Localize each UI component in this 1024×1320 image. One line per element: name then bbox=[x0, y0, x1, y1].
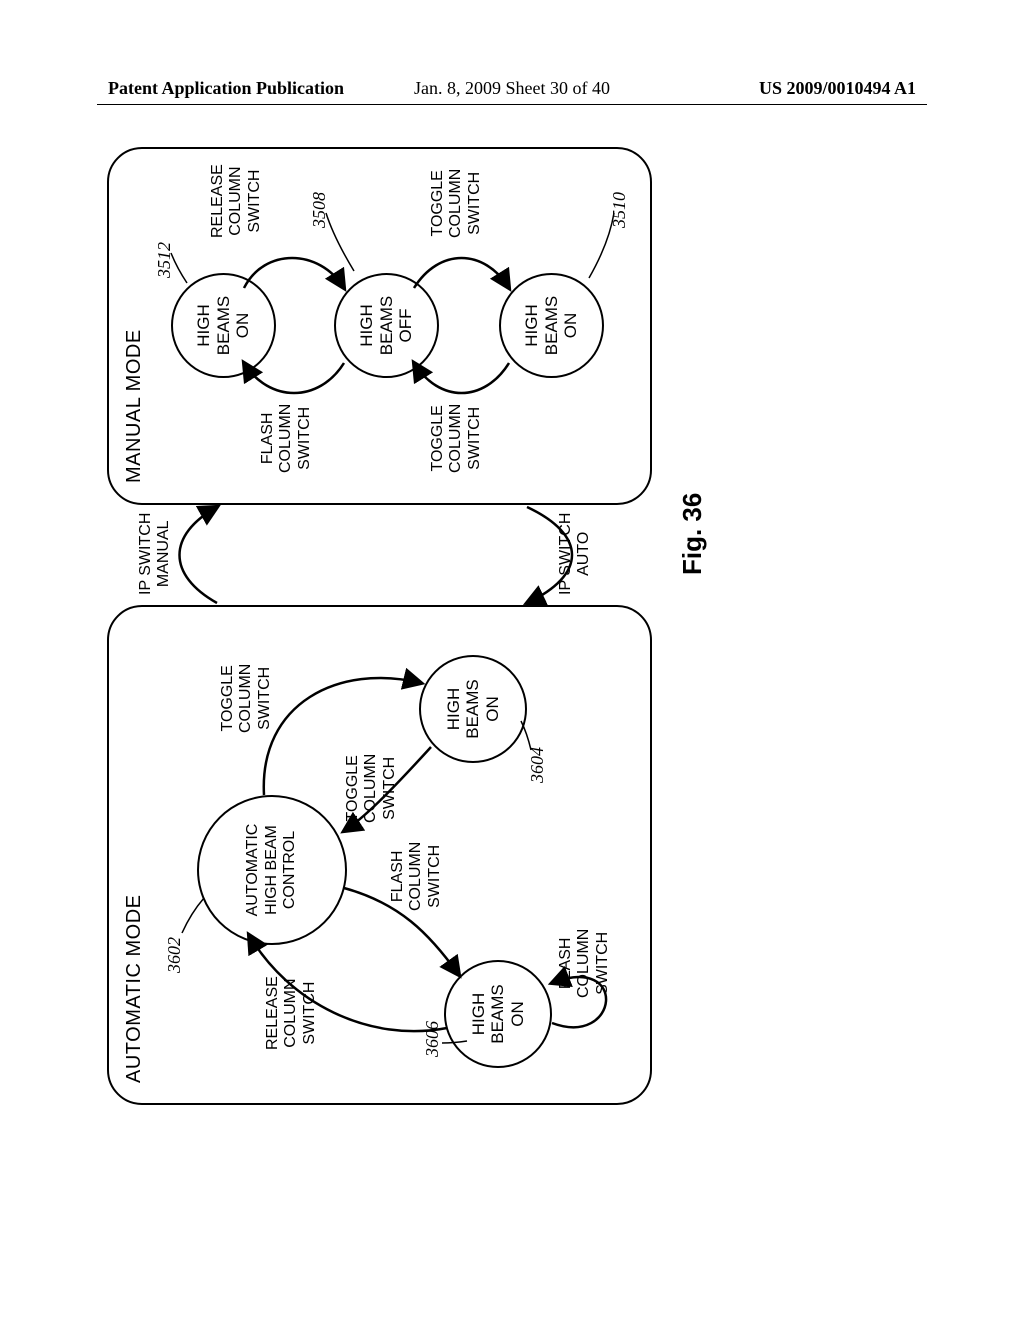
state-high-beams-off: HIGH BEAMS OFF bbox=[334, 273, 439, 378]
page-header: Patent Application Publication Jan. 8, 2… bbox=[0, 78, 1024, 108]
ref-3510: 3510 bbox=[609, 192, 630, 228]
header-middle: Jan. 8, 2009 Sheet 30 of 40 bbox=[414, 78, 610, 99]
ref-3602: 3602 bbox=[164, 937, 185, 973]
state-label: HIGH BEAMS ON bbox=[469, 984, 528, 1044]
label-toggle-off-to-onbot: TOGGLE COLUMN SWITCH bbox=[429, 404, 484, 473]
label-release-auto-back: RELEASE COLUMN SWITCH bbox=[264, 976, 319, 1050]
arcs-auto bbox=[109, 603, 654, 1103]
ref-3604: 3604 bbox=[527, 747, 548, 783]
label-flash-auto-out: FLASH COLUMN SWITCH bbox=[389, 842, 444, 911]
label-ip-switch-auto: IP SWITCH AUTO bbox=[557, 513, 594, 595]
state-label: HIGH BEAMS ON bbox=[444, 679, 503, 739]
label-toggle-auto-out: TOGGLE COLUMN SWITCH bbox=[219, 664, 274, 733]
state-high-beams-on-bottom: HIGH BEAMS ON bbox=[499, 273, 604, 378]
diagram: AUTOMATIC MODE AUTOMATIC HIGH BEAM CONTR… bbox=[97, 140, 927, 1115]
ref-3512: 3512 bbox=[154, 242, 175, 278]
figure-label: Fig. 36 bbox=[677, 493, 708, 575]
ref-3606: 3606 bbox=[422, 1021, 443, 1057]
panel-title-auto: AUTOMATIC MODE bbox=[123, 895, 146, 1083]
ref-3508: 3508 bbox=[309, 192, 330, 228]
state-label: HIGH BEAMS ON bbox=[194, 296, 253, 356]
state-label: AUTOMATIC HIGH BEAM CONTROL bbox=[244, 824, 299, 917]
header-rule bbox=[97, 104, 927, 105]
diagram-stage: AUTOMATIC MODE AUTOMATIC HIGH BEAM CONTR… bbox=[97, 140, 927, 1115]
state-high-beams-on-auto-right: HIGH BEAMS ON bbox=[419, 655, 527, 763]
label-release-ontop-to-off: RELEASE COLUMN SWITCH bbox=[209, 164, 264, 238]
panel-automatic-mode: AUTOMATIC MODE AUTOMATIC HIGH BEAM CONTR… bbox=[107, 605, 652, 1105]
state-high-beams-on-top: HIGH BEAMS ON bbox=[171, 273, 276, 378]
label-toggle-auto-back: TOGGLE COLUMN SWITCH bbox=[344, 754, 399, 823]
state-automatic-high-beam-control: AUTOMATIC HIGH BEAM CONTROL bbox=[197, 795, 347, 945]
panel-title-manual: MANUAL MODE bbox=[123, 329, 146, 483]
label-toggle-onbot-to-off: TOGGLE COLUMN SWITCH bbox=[429, 169, 484, 238]
state-label: HIGH BEAMS OFF bbox=[357, 296, 416, 356]
label-ip-switch-manual: IP SWITCH MANUAL bbox=[137, 513, 174, 595]
label-flash-off-to-ontop: FLASH COLUMN SWITCH bbox=[259, 404, 314, 473]
state-label: HIGH BEAMS ON bbox=[522, 296, 581, 356]
panel-manual-mode: MANUAL MODE HIGH BEAMS ON HIGH BEAMS OFF… bbox=[107, 147, 652, 505]
state-high-beams-on-auto-left: HIGH BEAMS ON bbox=[444, 960, 552, 1068]
label-flash-self-loop: FLASH COLUMN SWITCH bbox=[557, 929, 612, 998]
header-right: US 2009/0010494 A1 bbox=[759, 78, 916, 99]
header-left: Patent Application Publication bbox=[108, 78, 344, 99]
